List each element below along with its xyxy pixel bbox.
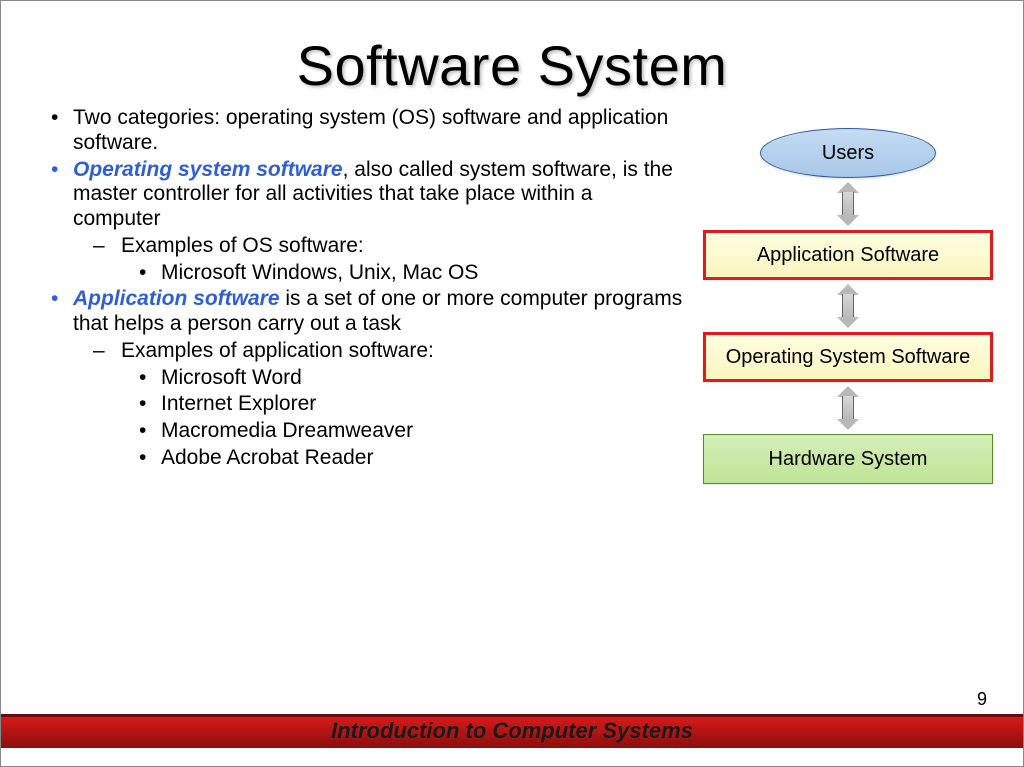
users-node: Users: [760, 128, 936, 178]
bullet-2a: Examples of OS software:: [51, 234, 683, 259]
double-arrow-icon: [837, 386, 859, 430]
slide: Software System Two categories: operatin…: [0, 0, 1024, 767]
bullet-2a1: Microsoft Windows, Unix, Mac OS: [51, 261, 683, 286]
bullet-3a: Examples of application software:: [51, 339, 683, 364]
hardware-system-node: Hardware System: [703, 434, 993, 484]
content-area: Two categories: operating system (OS) so…: [1, 98, 1023, 484]
bullet-list: Two categories: operating system (OS) so…: [51, 106, 693, 484]
layer-diagram: Users Application Software Operating Sys…: [693, 128, 1003, 484]
bullet-1: Two categories: operating system (OS) so…: [51, 106, 683, 156]
double-arrow-icon: [837, 182, 859, 226]
bullet-3a4: Adobe Acrobat Reader: [51, 446, 683, 471]
page-number: 9: [977, 689, 987, 710]
footer-text: Introduction to Computer Systems: [1, 718, 1023, 744]
operating-system-node: Operating System Software: [703, 332, 993, 382]
bullet-3a1: Microsoft Word: [51, 366, 683, 391]
bullet-3a2: Internet Explorer: [51, 392, 683, 417]
bullet-3a3: Macromedia Dreamweaver: [51, 419, 683, 444]
bullet-3: Application software is a set of one or …: [51, 287, 683, 337]
double-arrow-icon: [837, 284, 859, 328]
bullet-2: Operating system software, also called s…: [51, 158, 683, 232]
application-software-node: Application Software: [703, 230, 993, 280]
slide-title: Software System: [1, 33, 1023, 98]
